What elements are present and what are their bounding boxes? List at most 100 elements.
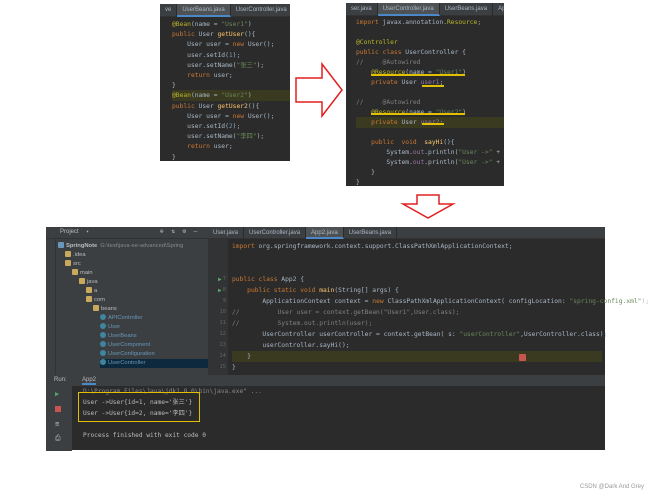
code-line: // User user = context.getBean("User1",U… xyxy=(232,307,602,318)
editor-tab[interactable]: UserController.java xyxy=(231,4,290,17)
run-tab[interactable]: App2 xyxy=(82,377,97,385)
ide-top-bar: Project ▾ ⊕ ⇅ ⚙ — User.java UserControlle… xyxy=(46,227,605,239)
tree-item[interactable]: User xyxy=(100,323,208,332)
editor-tab[interactable]: ser.java xyxy=(346,3,378,16)
left-tab-bar: ve UserBeans.java UserController.java xyxy=(160,4,290,17)
code-token: sayHi xyxy=(424,139,444,146)
right-arrow xyxy=(295,61,343,119)
code-token: @Bean xyxy=(172,92,191,100)
code-token: .println( xyxy=(424,159,459,166)
code-token: "User2" xyxy=(221,92,248,100)
code-token: @Controller xyxy=(356,39,398,46)
tree-item[interactable]: com xyxy=(86,296,208,305)
code-token: javax.annotation. xyxy=(382,19,447,26)
code-token: ); xyxy=(641,298,650,305)
stop-icon[interactable] xyxy=(55,406,61,412)
tree-item[interactable]: src xyxy=(65,260,208,269)
code-token: "张三" xyxy=(236,61,257,69)
editor-tab[interactable]: Ap xyxy=(493,3,504,16)
code-token: ) xyxy=(247,92,252,100)
tree-item[interactable]: java xyxy=(79,278,208,287)
code-token: "User1" xyxy=(221,21,248,28)
tree-item[interactable]: UserBeans xyxy=(100,332,208,341)
tree-item-label: APIController xyxy=(108,315,143,321)
code-token: out xyxy=(412,149,425,156)
editor-tab[interactable]: UserBeans.java xyxy=(344,227,398,239)
code-token: return xyxy=(172,143,214,151)
folder-icon xyxy=(72,269,78,275)
tree-item[interactable]: main xyxy=(72,269,208,278)
code-line: userController.sayHi(); xyxy=(232,340,602,351)
folder-icon xyxy=(86,287,92,293)
ide-code-area: import org.springframework.context.suppo… xyxy=(232,239,649,375)
code-token: public xyxy=(172,31,199,39)
code-token: Resource xyxy=(447,19,478,26)
chevron-down-icon[interactable]: ▾ xyxy=(86,229,89,235)
folder-icon xyxy=(79,278,85,284)
code-token: // User user = context.getBean("User1",U… xyxy=(232,309,460,316)
editor-tab[interactable]: UserController.java xyxy=(244,227,307,239)
editor-tab[interactable]: ve xyxy=(160,4,178,17)
code-line: ApplicationContext context = new ClassPa… xyxy=(232,296,649,307)
run-pane: Run: App2 ▶ ≡ ⎙ D:\Program Files\Java\jd… xyxy=(46,375,605,451)
code-token: ; xyxy=(477,19,482,26)
code-token: "spring-config.xml" xyxy=(569,298,642,305)
project-label[interactable]: Project xyxy=(60,229,79,235)
left-code-area: @Bean(name = "User1") public User getUser… xyxy=(172,19,290,161)
tree-item[interactable]: SpringNote G:\test\java-ee-advanced\Sprin… xyxy=(58,242,208,251)
code-token: import xyxy=(356,19,383,26)
tree-item[interactable]: UserComponent xyxy=(100,341,208,350)
ide-window: Project ▾ ⊕ ⇅ ⚙ — User.java UserControlle… xyxy=(46,227,649,451)
code-token: User(); xyxy=(247,41,275,49)
left-tool-strip xyxy=(46,239,56,375)
tree-item-label: a xyxy=(94,288,98,294)
line-number: 14 xyxy=(219,353,226,359)
editor-tab[interactable]: App2.java xyxy=(306,227,344,239)
code-token: new xyxy=(232,112,248,120)
code-token: System. xyxy=(356,149,413,156)
code-token: getUser xyxy=(217,31,245,39)
code-token: getUser2 xyxy=(217,102,248,110)
tree-item[interactable]: APIController xyxy=(100,314,208,323)
run-gutter-icons[interactable]: ▶ ▶ xyxy=(218,274,222,296)
underline-user1-name xyxy=(371,74,465,76)
output-line: Process finished with exit code 0 xyxy=(83,432,206,439)
editor-tab[interactable]: UserBeans.java xyxy=(177,4,231,17)
code-token: User(); xyxy=(247,112,275,120)
code-token: user.setId( xyxy=(172,51,229,59)
settings-icons[interactable]: ⊕ ⇅ ⚙ — xyxy=(160,228,199,235)
code-token: public void xyxy=(356,139,425,146)
code-token: user.setId( xyxy=(172,123,229,130)
line-number: 10 xyxy=(219,309,226,315)
right-tab-bar: ser.java UserController.java UserBeans.jav… xyxy=(346,3,504,16)
tree-item[interactable]: a xyxy=(86,287,208,296)
tree-item[interactable]: .idea xyxy=(65,251,208,260)
right-code-panel: ser.java UserController.java UserBeans.jav… xyxy=(346,3,504,186)
code-token: "User ->" xyxy=(458,159,497,166)
tree-item[interactable]: beans xyxy=(93,305,208,314)
rerun-icon[interactable]: ▶ xyxy=(55,390,59,398)
editor-tab[interactable]: UserController.java xyxy=(377,3,440,16)
code-token: UserController { xyxy=(405,49,466,56)
editor-tab[interactable]: UserBeans.java xyxy=(440,3,494,16)
code-line: } xyxy=(232,351,602,362)
code-token: User xyxy=(401,79,421,86)
code-token: (){ xyxy=(247,102,260,110)
class-icon xyxy=(100,341,106,347)
editor-tab[interactable]: User.java xyxy=(208,227,245,239)
code-token: UserController userController = context.… xyxy=(232,331,460,338)
code-line: } xyxy=(172,152,290,161)
tree-item[interactable]: UserConfiguration xyxy=(100,350,208,359)
scroll-icon[interactable]: ≡ xyxy=(55,420,59,428)
tree-item-label: UserConfiguration xyxy=(108,351,155,357)
project-tree: SpringNote G:\test\java-ee-advanced\Sprin… xyxy=(56,239,208,375)
code-token: System. xyxy=(356,159,413,166)
tree-item-label: UserComponent xyxy=(108,342,151,348)
print-icon[interactable]: ⎙ xyxy=(55,434,61,443)
line-number xyxy=(208,263,226,274)
code-token: userController.sayHi(); xyxy=(232,342,350,349)
class-icon xyxy=(100,314,106,320)
code-token: "User ->" xyxy=(458,149,497,156)
tree-item[interactable]: UserController xyxy=(100,359,208,368)
underline-user2-field xyxy=(422,123,444,125)
